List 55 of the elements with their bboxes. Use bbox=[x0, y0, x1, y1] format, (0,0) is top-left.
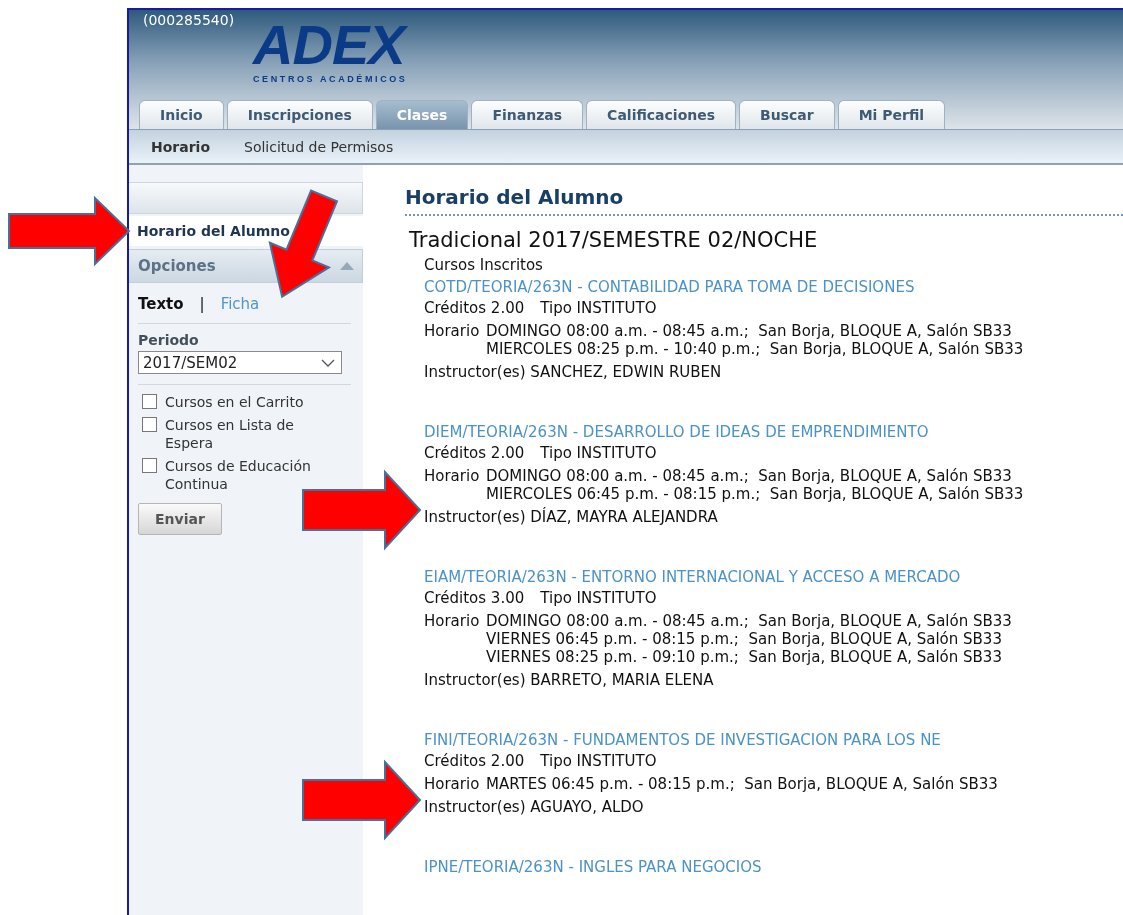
schedule-line: MARTES 06:45 p.m. - 08:15 p.m.; San Borja, BLOQUE A, Salón SB33 bbox=[486, 775, 998, 793]
logo: ADEX CENTROS ACADÉMICOS bbox=[253, 22, 408, 84]
nav-tab[interactable]: Finanzas bbox=[471, 100, 584, 129]
course-link[interactable]: EIAM/TEORIA/263N - ENTORNO INTERNACIONAL Y ACCESO A MERCADO bbox=[424, 568, 1123, 586]
options-title: Opciones bbox=[138, 257, 216, 275]
subnav-link[interactable]: Solicitud de Permisos bbox=[244, 138, 394, 155]
section-label: Cursos Inscritos bbox=[424, 256, 544, 274]
credits-text: Créditos 2.00 bbox=[424, 752, 525, 770]
nav-tab[interactable]: Mi Perfil bbox=[837, 100, 946, 129]
schedule-line: MIERCOLES 06:45 p.m. - 08:15 p.m.; San Borja, BLOQUE A, Salón SB33 bbox=[486, 485, 1024, 503]
schedule-line: VIERNES 08:25 p.m. - 09:10 p.m.; San Borja, BLOQUE A, Salón SB33 bbox=[486, 648, 1003, 666]
submit-button[interactable]: Enviar bbox=[138, 503, 222, 535]
nav-tab[interactable]: Calificaciones bbox=[586, 100, 737, 129]
page-title: Horario del Alumno bbox=[405, 185, 1123, 216]
course-link[interactable]: DIEM/TEORIA/263N - DESARROLLO DE IDEAS DE EMPRENDIMIENTO bbox=[424, 423, 1123, 441]
type-text: Tipo INSTITUTO bbox=[540, 444, 657, 462]
instructor-text: Instructor(es) DÍAZ, MAYRA ALEJANDRA bbox=[424, 508, 719, 526]
course-link[interactable]: IPNE/TEORIA/263N - INGLES PARA NEGOCIOS bbox=[424, 858, 1123, 876]
schedule-line: DOMINGO 08:00 a.m. - 08:45 a.m.; San Borja, BLOQUE A, Salón SB33 bbox=[486, 612, 1012, 630]
schedule-label: Horario bbox=[424, 612, 481, 632]
type-text: Tipo INSTITUTO bbox=[540, 589, 657, 607]
checkbox[interactable] bbox=[142, 417, 157, 432]
schedule-line: VIERNES 06:45 p.m. - 08:15 p.m.; San Borja, BLOQUE A, Salón SB33 bbox=[486, 630, 1003, 648]
credits-text: Créditos 3.00 bbox=[424, 589, 525, 607]
view-mode-link[interactable]: Texto bbox=[138, 295, 184, 313]
type-text: Tipo INSTITUTO bbox=[540, 752, 657, 770]
period-label: Periodo bbox=[138, 332, 200, 348]
checkbox-label: Cursos en Lista de Espera bbox=[165, 416, 295, 452]
type-text: Tipo INSTITUTO bbox=[540, 299, 657, 317]
checkbox-label: Cursos de Educación Continua bbox=[165, 457, 312, 493]
nav-tab[interactable]: Inscripciones bbox=[226, 100, 373, 129]
credits-text: Créditos 2.00 bbox=[424, 444, 525, 462]
checkbox-label: Cursos en el Carrito bbox=[165, 393, 305, 411]
schedule-line: MIERCOLES 08:25 p.m. - 10:40 p.m.; San Borja, BLOQUE A, Salón SB33 bbox=[486, 340, 1024, 358]
user-id: (000285540) bbox=[143, 12, 235, 28]
schedule-line: DOMINGO 08:00 a.m. - 08:45 a.m.; San Borja, BLOQUE A, Salón SB33 bbox=[486, 467, 1013, 485]
period-dropdown[interactable]: 2017/SEM02 bbox=[138, 351, 342, 374]
credits-text: Créditos 2.00 bbox=[424, 299, 525, 317]
nav-tab[interactable]: Inicio bbox=[139, 100, 224, 129]
subnav-link[interactable]: Horario bbox=[151, 138, 210, 155]
checkbox[interactable] bbox=[142, 458, 157, 473]
separator-text: | bbox=[199, 295, 205, 313]
schedule-label: Horario bbox=[424, 322, 481, 342]
nav-tab[interactable]: Buscar bbox=[739, 100, 835, 129]
schedule-label: Horario bbox=[424, 775, 481, 793]
term-heading: Tradicional 2017/SEMESTRE 02/NOCHE bbox=[409, 228, 819, 252]
instructor-text: Instructor(es) BARRETO, MARIA ELENA bbox=[424, 671, 715, 689]
course-link[interactable]: COTD/TEORIA/263N - CONTABILIDAD PARA TOMA DE DECISIONES bbox=[424, 278, 1123, 296]
chevron-down-icon bbox=[321, 358, 335, 367]
schedule-label: Horario bbox=[424, 467, 481, 487]
schedule-line: DOMINGO 08:00 a.m. - 08:45 a.m.; San Borja, BLOQUE A, Salón SB33 bbox=[486, 322, 1013, 340]
checkbox[interactable] bbox=[142, 394, 157, 409]
course-link[interactable]: FINI/TEORIA/263N - FUNDAMENTOS DE INVESTIGACION PARA LOS NE bbox=[424, 731, 1123, 749]
instructor-text: Instructor(es) AGUAYO, ALDO bbox=[424, 798, 645, 816]
instructor-text: Instructor(es) SANCHEZ, EDWIN RUBEN bbox=[424, 363, 723, 381]
